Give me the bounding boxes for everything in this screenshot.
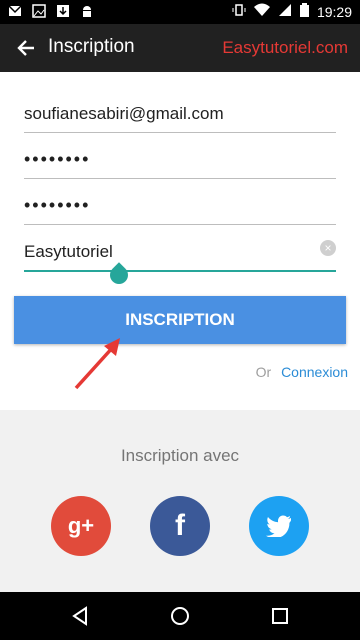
- home-nav-icon[interactable]: [168, 604, 192, 628]
- signal-icon: [278, 3, 292, 20]
- google-plus-icon: g+: [67, 513, 95, 538]
- navigation-bar: [0, 592, 360, 640]
- email-field[interactable]: soufianesabiri@gmail.com: [24, 88, 336, 133]
- password-value: ••••••••: [24, 149, 91, 169]
- twitter-icon: [266, 515, 291, 539]
- battery-icon: [299, 3, 309, 20]
- facebook-icon: f: [175, 509, 185, 542]
- notification-icons: [8, 4, 94, 18]
- username-field[interactable]: Easytutoriel ×: [24, 226, 336, 288]
- gmail-icon: [8, 4, 22, 18]
- twitter-button[interactable]: [249, 496, 309, 556]
- social-title: Inscription avec: [120, 446, 240, 465]
- vibrate-icon: [232, 3, 246, 20]
- confirm-password-value: ••••••••: [24, 195, 91, 215]
- android-icon: [80, 4, 94, 18]
- username-value: Easytutoriel: [24, 242, 113, 261]
- login-row: Or Connexion: [256, 364, 348, 380]
- system-icons: 19:29: [232, 3, 352, 20]
- password-field[interactable]: ••••••••: [24, 134, 336, 179]
- back-arrow-icon[interactable]: [14, 36, 38, 60]
- text-cursor-handle[interactable]: [106, 262, 132, 288]
- inscription-button[interactable]: INSCRIPTION: [14, 296, 346, 344]
- google-plus-button[interactable]: g+: [51, 496, 111, 556]
- app-bar: Inscription Easytutoriel.com: [0, 24, 360, 72]
- page-title: Inscription: [48, 36, 135, 57]
- clear-icon[interactable]: ×: [320, 240, 336, 256]
- social-signup-section: Inscription avec g+ f: [0, 410, 360, 592]
- connexion-link[interactable]: Connexion: [281, 364, 348, 380]
- gallery-icon: [32, 4, 46, 18]
- signup-form: soufianesabiri@gmail.com •••••••• ••••••…: [24, 88, 336, 288]
- facebook-button[interactable]: f: [150, 496, 210, 556]
- recents-nav-icon[interactable]: [268, 604, 292, 628]
- download-icon: [56, 4, 70, 18]
- clock: 19:29: [316, 3, 352, 20]
- brand-watermark: Easytutoriel.com: [222, 38, 348, 57]
- back-nav-icon[interactable]: [68, 604, 92, 628]
- status-bar: 19:29: [0, 0, 360, 24]
- annotation-arrow-icon: [74, 338, 120, 390]
- email-value: soufianesabiri@gmail.com: [24, 104, 224, 123]
- or-label: Or: [255, 364, 272, 380]
- wifi-icon: [253, 3, 270, 20]
- confirm-password-field[interactable]: ••••••••: [24, 180, 336, 225]
